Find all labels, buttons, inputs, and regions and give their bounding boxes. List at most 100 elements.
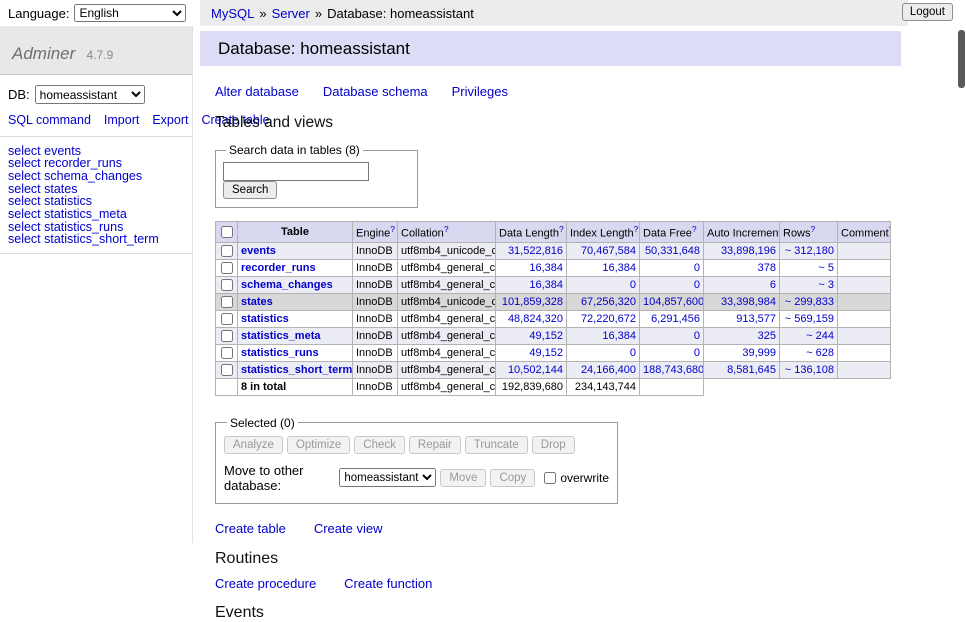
copy-button[interactable]: Copy [490, 469, 535, 487]
auto-increment-value[interactable]: 325 [758, 330, 776, 342]
link-create-function[interactable]: Create function [344, 576, 432, 591]
index-length-value[interactable]: 72,220,672 [581, 313, 636, 325]
auto-increment-value[interactable]: 6 [770, 279, 776, 291]
rows-value[interactable]: ~ 3 [818, 279, 834, 291]
move-button[interactable]: Move [440, 469, 486, 487]
action-privileges[interactable]: Privileges [452, 84, 508, 99]
overwrite-checkbox[interactable] [544, 472, 556, 484]
index-length-value[interactable]: 16,384 [602, 330, 636, 342]
link-create-view[interactable]: Create view [314, 521, 383, 536]
sidebar-item-select-statistics-meta[interactable]: select statistics_meta [0, 208, 192, 221]
index-length-value[interactable]: 24,166,400 [581, 364, 636, 376]
data-length-value[interactable]: 31,522,816 [508, 245, 563, 257]
rows-value[interactable]: ~ 312,180 [785, 245, 834, 257]
data-free-value[interactable]: 0 [694, 279, 700, 291]
auto-increment-value[interactable]: 39,999 [742, 347, 776, 359]
data-length-value[interactable]: 16,384 [529, 262, 563, 274]
row-checkbox-states[interactable] [221, 296, 233, 308]
optimize-button[interactable]: Optimize [287, 436, 350, 454]
data-free-value[interactable]: 0 [694, 330, 700, 342]
help-icon[interactable]: ? [559, 224, 564, 234]
data-length-value[interactable]: 101,859,328 [502, 296, 563, 308]
breadcrumb-item-mysql[interactable]: MySQL [211, 6, 254, 21]
auto-increment-value[interactable]: 33,898,196 [721, 245, 776, 257]
sidebar-item-select-recorder-runs[interactable]: select recorder_runs [0, 157, 192, 170]
data-length-value[interactable]: 49,152 [529, 330, 563, 342]
rows-value[interactable]: ~ 569,159 [785, 313, 834, 325]
move-db-select[interactable]: homeassistant [339, 468, 436, 487]
link-create-procedure[interactable]: Create procedure [215, 576, 316, 591]
help-icon[interactable]: ? [444, 224, 449, 234]
rows-value[interactable]: ~ 299,833 [785, 296, 834, 308]
index-length-value[interactable]: 16,384 [602, 262, 636, 274]
help-icon[interactable]: ? [634, 224, 639, 234]
auto-increment-value[interactable]: 913,577 [736, 313, 776, 325]
auto-increment-cell: 8,581,645 [704, 361, 780, 378]
data-free-value[interactable]: 104,857,600 [643, 296, 704, 308]
data-free-value[interactable]: 6,291,456 [651, 313, 700, 325]
drop-button[interactable]: Drop [532, 436, 575, 454]
table-link-events[interactable]: events [241, 245, 276, 257]
index-length-value[interactable]: 70,467,584 [581, 245, 636, 257]
index-length-value[interactable]: 67,256,320 [581, 296, 636, 308]
data-length-value[interactable]: 16,384 [529, 279, 563, 291]
table-link-states[interactable]: states [241, 296, 273, 308]
breadcrumb-item-server[interactable]: Server [272, 6, 310, 21]
table-link-statistics-meta[interactable]: statistics_meta [241, 330, 321, 342]
data-free-value[interactable]: 0 [694, 347, 700, 359]
db-select[interactable]: homeassistant [35, 85, 145, 104]
help-icon[interactable]: ? [390, 224, 395, 234]
truncate-button[interactable]: Truncate [465, 436, 528, 454]
data-free-value[interactable]: 188,743,680 [643, 364, 704, 376]
sidebar-item-select-statistics-short-term[interactable]: select statistics_short_term [0, 233, 192, 246]
check-button[interactable]: Check [354, 436, 405, 454]
table-link-statistics-short-term[interactable]: statistics_short_term [241, 364, 352, 376]
action-database-schema[interactable]: Database schema [323, 84, 428, 99]
row-checkbox-statistics-meta[interactable] [221, 330, 233, 342]
table-link-recorder-runs[interactable]: recorder_runs [241, 262, 316, 274]
sidebar-link-export[interactable]: Export [152, 113, 188, 127]
rows-value[interactable]: ~ 5 [818, 262, 834, 274]
row-checkbox-cell [216, 327, 238, 344]
sidebar-link-import[interactable]: Import [104, 113, 139, 127]
row-checkbox-statistics-short-term[interactable] [221, 364, 233, 376]
auto-increment-cell: 6 [704, 276, 780, 293]
analyze-button[interactable]: Analyze [224, 436, 283, 454]
row-checkbox-recorder-runs[interactable] [221, 262, 233, 274]
auto-increment-value[interactable]: 378 [758, 262, 776, 274]
scrollbar-thumb[interactable] [958, 30, 965, 88]
row-checkbox-statistics-runs[interactable] [221, 347, 233, 359]
select-all-checkbox[interactable] [221, 226, 233, 238]
row-checkbox-events[interactable] [221, 245, 233, 257]
data-free-value[interactable]: 0 [694, 262, 700, 274]
rows-value[interactable]: ~ 244 [806, 330, 834, 342]
breadcrumb-separator: » [259, 6, 266, 21]
sidebar-item-select-schema-changes[interactable]: select schema_changes [0, 170, 192, 183]
language-select[interactable]: English [74, 4, 186, 22]
rows-value[interactable]: ~ 628 [806, 347, 834, 359]
data-free-value[interactable]: 50,331,648 [645, 245, 700, 257]
data-length-value[interactable]: 10,502,144 [508, 364, 563, 376]
help-icon[interactable]: ? [811, 224, 816, 234]
help-icon[interactable]: ? [889, 224, 891, 234]
rows-value[interactable]: ~ 136,108 [785, 364, 834, 376]
link-create-table[interactable]: Create table [215, 521, 286, 536]
search-input[interactable] [223, 162, 369, 181]
data-length-value[interactable]: 49,152 [529, 347, 563, 359]
row-checkbox-statistics[interactable] [221, 313, 233, 325]
logout-button[interactable]: Logout [902, 3, 953, 21]
sidebar-link-sql-command[interactable]: SQL command [8, 113, 91, 127]
row-checkbox-schema-changes[interactable] [221, 279, 233, 291]
auto-increment-value[interactable]: 33,398,984 [721, 296, 776, 308]
search-button[interactable]: Search [223, 181, 277, 199]
table-link-statistics-runs[interactable]: statistics_runs [241, 347, 319, 359]
index-length-value[interactable]: 0 [630, 347, 636, 359]
data-length-value[interactable]: 48,824,320 [508, 313, 563, 325]
auto-increment-value[interactable]: 8,581,645 [727, 364, 776, 376]
index-length-value[interactable]: 0 [630, 279, 636, 291]
action-alter-database[interactable]: Alter database [215, 84, 299, 99]
table-link-statistics[interactable]: statistics [241, 313, 289, 325]
repair-button[interactable]: Repair [409, 436, 461, 454]
help-icon[interactable]: ? [692, 224, 697, 234]
table-link-schema-changes[interactable]: schema_changes [241, 279, 333, 291]
